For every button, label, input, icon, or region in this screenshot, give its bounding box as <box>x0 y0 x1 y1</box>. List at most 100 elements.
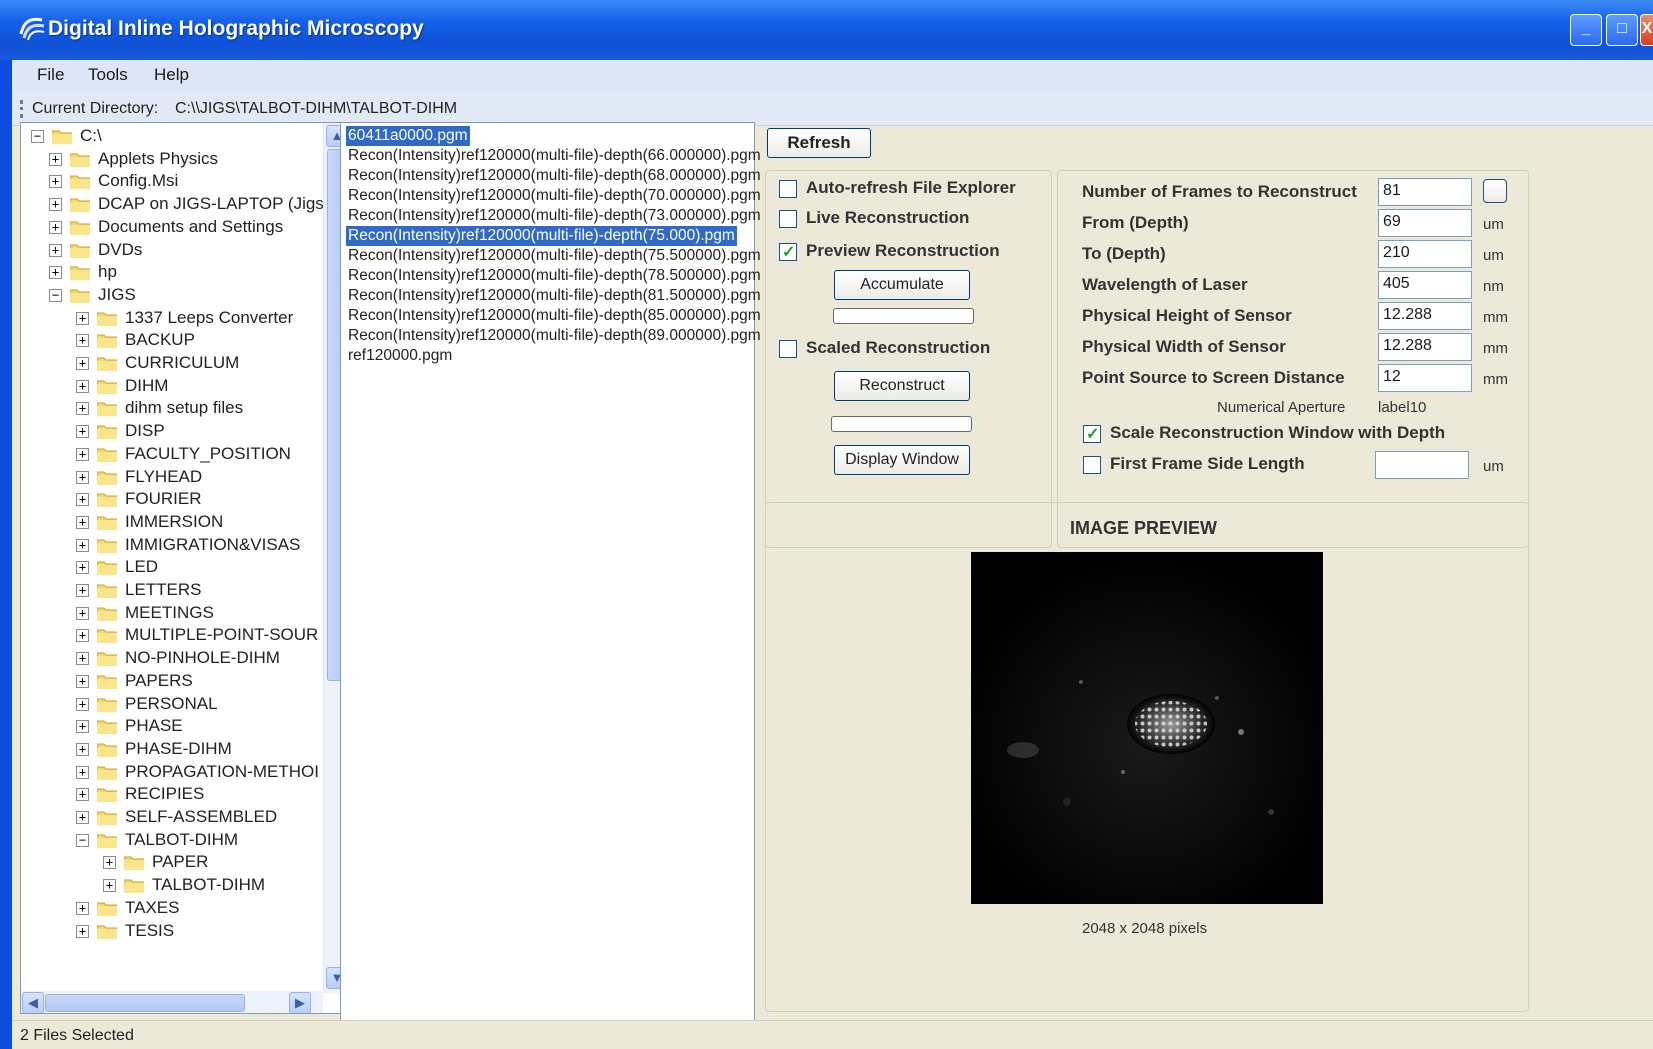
folder-tree[interactable]: − C:\ + Applets Physics + Config.Msi + DCAP on … <box>20 122 350 1014</box>
auto-refresh-checkbox[interactable] <box>779 180 797 198</box>
refresh-button[interactable]: Refresh <box>767 128 871 158</box>
file-list-item[interactable]: 60411a0000.pgm <box>346 126 470 146</box>
tree-item[interactable]: +1337 Leeps Converter <box>76 306 293 330</box>
tree-item[interactable]: + hp <box>49 260 117 284</box>
display-window-button[interactable]: Display Window <box>834 445 970 475</box>
file-list[interactable]: 60411a0000.pgm Recon(Intensity)ref120000(… <box>340 122 761 1037</box>
scaled-reconstruction-checkbox[interactable] <box>779 340 797 358</box>
tree-item[interactable]: + TESIS <box>76 919 174 943</box>
tree-expander-icon[interactable]: + <box>76 311 89 325</box>
menu-help[interactable]: Help <box>154 65 189 85</box>
distance-input[interactable]: 12 <box>1378 364 1472 392</box>
minimize-button[interactable]: _ <box>1570 14 1602 46</box>
tree-item[interactable]: + MEETINGS <box>76 601 214 625</box>
file-list-item[interactable]: Recon(Intensity)ref120000(multi-file)-de… <box>346 146 763 166</box>
first-frame-checkbox[interactable] <box>1083 456 1101 474</box>
tree-item[interactable]: + SELF-ASSEMBLED <box>76 805 277 829</box>
tree-expander-icon[interactable]: + <box>49 174 62 188</box>
tree-item[interactable]: + TAXES <box>76 896 179 920</box>
tree-expander-icon[interactable]: + <box>49 152 62 166</box>
file-list-item[interactable]: Recon(Intensity)ref120000(multi-file)-de… <box>346 186 763 206</box>
tree-expander-icon[interactable]: + <box>76 583 89 597</box>
sensor-width-input[interactable]: 12.288 <box>1378 333 1472 361</box>
tree-expander-icon[interactable]: + <box>76 606 89 620</box>
tree-item[interactable]: − JIGS <box>49 283 136 307</box>
tree-item[interactable]: + BACKUP <box>76 328 195 352</box>
menu-file[interactable]: File <box>37 65 64 85</box>
tree-expander-icon[interactable]: + <box>103 878 116 892</box>
tree-item[interactable]: + PROPAGATION-METHOI <box>76 760 319 784</box>
tree-expander-icon[interactable]: − <box>76 833 89 847</box>
tree-item[interactable]: + PERSONAL <box>76 692 218 716</box>
tree-horizontal-scrollbar[interactable]: ◀ ▶ <box>21 991 323 1013</box>
tree-expander-icon[interactable]: + <box>76 333 89 347</box>
tree-expander-icon[interactable]: + <box>76 628 89 642</box>
horizontal-scroll-thumb[interactable] <box>45 994 245 1012</box>
tree-expander-icon[interactable]: + <box>76 401 89 415</box>
file-list-item[interactable]: ref120000.pgm <box>346 346 454 366</box>
tree-item[interactable]: + Config.Msi <box>49 169 178 193</box>
tree-expander-icon[interactable]: + <box>76 719 89 733</box>
live-reconstruction-checkbox[interactable] <box>779 210 797 228</box>
tree-item[interactable]: + DCAP on JIGS-LAPTOP (Jigs- <box>49 192 329 216</box>
tree-item[interactable]: + FLYHEAD <box>76 465 202 489</box>
file-list-item[interactable]: Recon(Intensity)ref120000(multi-file)-de… <box>346 166 763 186</box>
file-list-item[interactable]: Recon(Intensity)ref120000(multi-file)-de… <box>346 326 763 346</box>
tree-item[interactable]: + FACULTY_POSITION <box>76 442 291 466</box>
tree-expander-icon[interactable]: + <box>49 220 62 234</box>
tree-item[interactable]: + dihm setup files <box>76 396 243 420</box>
scale-window-checkbox[interactable]: ✓ <box>1083 425 1101 443</box>
tree-expander-icon[interactable]: + <box>76 492 89 506</box>
tree-expander-icon[interactable]: + <box>76 765 89 779</box>
scroll-right-button[interactable]: ▶ <box>289 992 311 1013</box>
tree-item[interactable]: + DVDs <box>49 238 142 262</box>
tree-item[interactable]: + Documents and Settings <box>49 215 283 239</box>
tree-expander-icon[interactable]: + <box>76 810 89 824</box>
close-button[interactable]: X <box>1640 14 1653 46</box>
tree-expander-icon[interactable]: + <box>103 855 116 869</box>
tree-expander-icon[interactable]: + <box>49 197 62 211</box>
file-list-item[interactable]: Recon(Intensity)ref120000(multi-file)-de… <box>346 246 763 266</box>
tree-item[interactable]: + Applets Physics <box>49 147 218 171</box>
tree-item[interactable]: + FOURIER <box>76 487 202 511</box>
maximize-button[interactable]: □ <box>1606 14 1638 46</box>
tree-item[interactable]: − TALBOT-DIHM <box>76 828 238 852</box>
frames-input[interactable]: 81 <box>1378 178 1472 206</box>
tree-expander-icon[interactable]: + <box>76 447 89 461</box>
tree-expander-icon[interactable]: + <box>76 924 89 938</box>
preview-reconstruction-checkbox[interactable]: ✓ <box>779 243 797 261</box>
tree-item[interactable]: + PAPER <box>103 850 208 874</box>
tree-item[interactable]: + CURRICULUM <box>76 351 239 375</box>
toolbar-grip-icon[interactable] <box>20 100 23 118</box>
to-depth-input[interactable]: 210 <box>1378 240 1472 268</box>
tree-expander-icon[interactable]: + <box>76 356 89 370</box>
tree-expander-icon[interactable]: + <box>76 697 89 711</box>
tree-item[interactable]: + DIHM <box>76 374 168 398</box>
accumulate-button[interactable]: Accumulate <box>834 270 970 300</box>
tree-expander-icon[interactable]: + <box>49 265 62 279</box>
first-frame-input[interactable] <box>1375 451 1469 479</box>
wavelength-input[interactable]: 405 <box>1378 271 1472 299</box>
tree-expander-icon[interactable]: + <box>76 560 89 574</box>
tree-item[interactable]: + PHASE-DIHM <box>76 737 232 761</box>
file-list-item[interactable]: Recon(Intensity)ref120000(multi-file)-de… <box>346 206 763 226</box>
tree-item[interactable]: + LETTERS <box>76 578 202 602</box>
tree-root-item[interactable]: − C:\ <box>31 124 102 148</box>
tree-expander-icon[interactable]: + <box>76 742 89 756</box>
menu-tools[interactable]: Tools <box>88 65 128 85</box>
tree-expander-icon[interactable]: + <box>76 379 89 393</box>
frames-option-button[interactable] <box>1483 179 1507 203</box>
tree-item[interactable]: + LED <box>76 555 158 579</box>
scroll-left-button[interactable]: ◀ <box>22 992 44 1013</box>
tree-expander-icon[interactable]: + <box>76 901 89 915</box>
file-list-item[interactable]: Recon(Intensity)ref120000(multi-file)-de… <box>346 226 737 246</box>
tree-expander-icon[interactable]: + <box>76 515 89 529</box>
tree-item[interactable]: + PAPERS <box>76 669 193 693</box>
file-list-item[interactable]: Recon(Intensity)ref120000(multi-file)-de… <box>346 306 763 326</box>
title-bar[interactable]: Digital Inline Holographic Microscopy _ … <box>0 0 1653 60</box>
tree-item[interactable]: + PHASE <box>76 714 183 738</box>
tree-item[interactable]: + IMMERSION <box>76 510 223 534</box>
tree-expander-icon[interactable]: + <box>49 243 62 257</box>
tree-expander-icon[interactable]: + <box>76 787 89 801</box>
tree-item[interactable]: + MULTIPLE-POINT-SOUR <box>76 623 318 647</box>
